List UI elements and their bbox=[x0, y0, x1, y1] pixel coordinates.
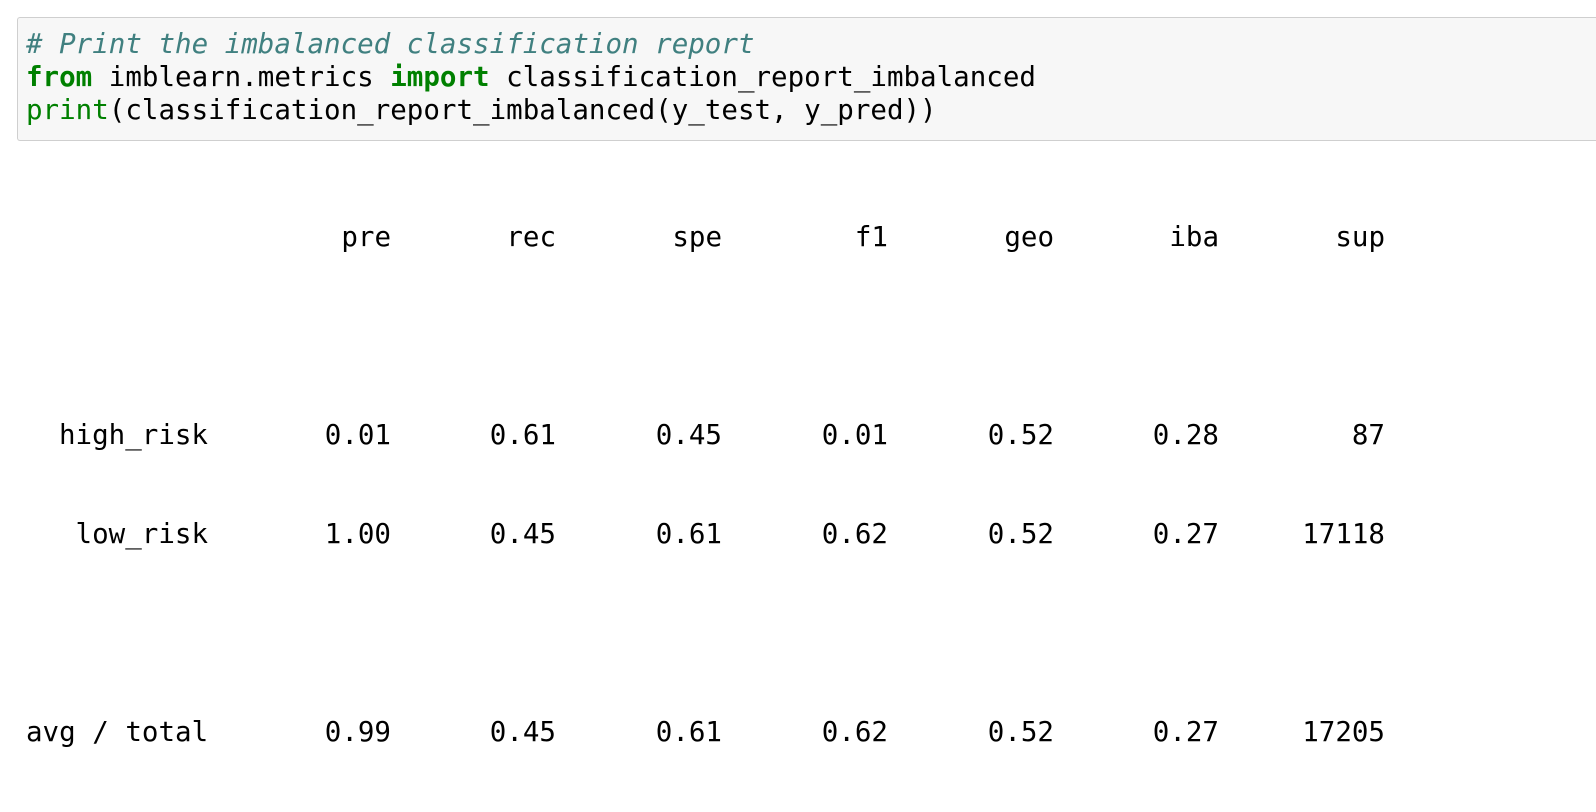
column-header: spe bbox=[672, 221, 722, 253]
report-value: 0.62 bbox=[821, 716, 888, 748]
report-value: 17118 bbox=[1302, 518, 1385, 550]
report-value: 0.52 bbox=[987, 716, 1054, 748]
keyword-from: from bbox=[26, 61, 93, 93]
code-editor[interactable]: # Print the imbalanced classification re… bbox=[26, 28, 1036, 127]
row-label: avg / total bbox=[26, 716, 209, 748]
print-arguments: (classification_report_imbalanced(y_test… bbox=[108, 94, 937, 126]
report-row-low-risk: low_risk 1.00 0.45 0.61 0.62 0.52 0.27 1… bbox=[26, 518, 1385, 551]
report-value: 0.01 bbox=[821, 419, 888, 451]
builtin-print: print bbox=[26, 94, 109, 126]
report-value: 0.28 bbox=[1152, 419, 1219, 451]
code-comment: # Print the imbalanced classification re… bbox=[26, 28, 755, 60]
column-header: rec bbox=[506, 221, 556, 253]
report-value: 87 bbox=[1351, 419, 1385, 451]
column-header: geo bbox=[1004, 221, 1054, 253]
keyword-import: import bbox=[390, 61, 490, 93]
report-value: 0.62 bbox=[821, 518, 888, 550]
report-value: 0.99 bbox=[324, 716, 391, 748]
report-value: 0.52 bbox=[987, 518, 1054, 550]
report-row-high-risk: high_risk 0.01 0.61 0.45 0.01 0.52 0.28 … bbox=[26, 419, 1385, 452]
imported-function: classification_report_imbalanced bbox=[489, 61, 1036, 93]
report-value: 0.61 bbox=[655, 716, 722, 748]
report-value: 0.61 bbox=[489, 419, 556, 451]
column-header: f1 bbox=[854, 221, 888, 253]
column-header: sup bbox=[1335, 221, 1385, 253]
row-label: high_risk bbox=[58, 419, 208, 451]
report-value: 0.45 bbox=[655, 419, 722, 451]
report-header-row: pre rec spe f1 geo iba sup bbox=[26, 221, 1385, 254]
report-value: 0.45 bbox=[489, 518, 556, 550]
report-value: 0.52 bbox=[987, 419, 1054, 451]
report-row-total: avg / total 0.99 0.45 0.61 0.62 0.52 0.2… bbox=[26, 716, 1385, 749]
report-value: 1.00 bbox=[324, 518, 391, 550]
blank-row bbox=[26, 320, 92, 353]
report-value: 0.01 bbox=[324, 419, 391, 451]
report-value: 0.61 bbox=[655, 518, 722, 550]
cell-output: pre rec spe f1 geo iba sup high_risk 0.0… bbox=[26, 155, 1385, 782]
module-name: imblearn.metrics bbox=[92, 61, 391, 93]
column-header: iba bbox=[1169, 221, 1219, 253]
report-value: 0.27 bbox=[1152, 716, 1219, 748]
blank-row bbox=[26, 617, 92, 650]
column-header: pre bbox=[341, 221, 391, 253]
report-value: 0.45 bbox=[489, 716, 556, 748]
report-value: 17205 bbox=[1302, 716, 1385, 748]
report-value: 0.27 bbox=[1152, 518, 1219, 550]
row-label: low_risk bbox=[75, 518, 208, 550]
